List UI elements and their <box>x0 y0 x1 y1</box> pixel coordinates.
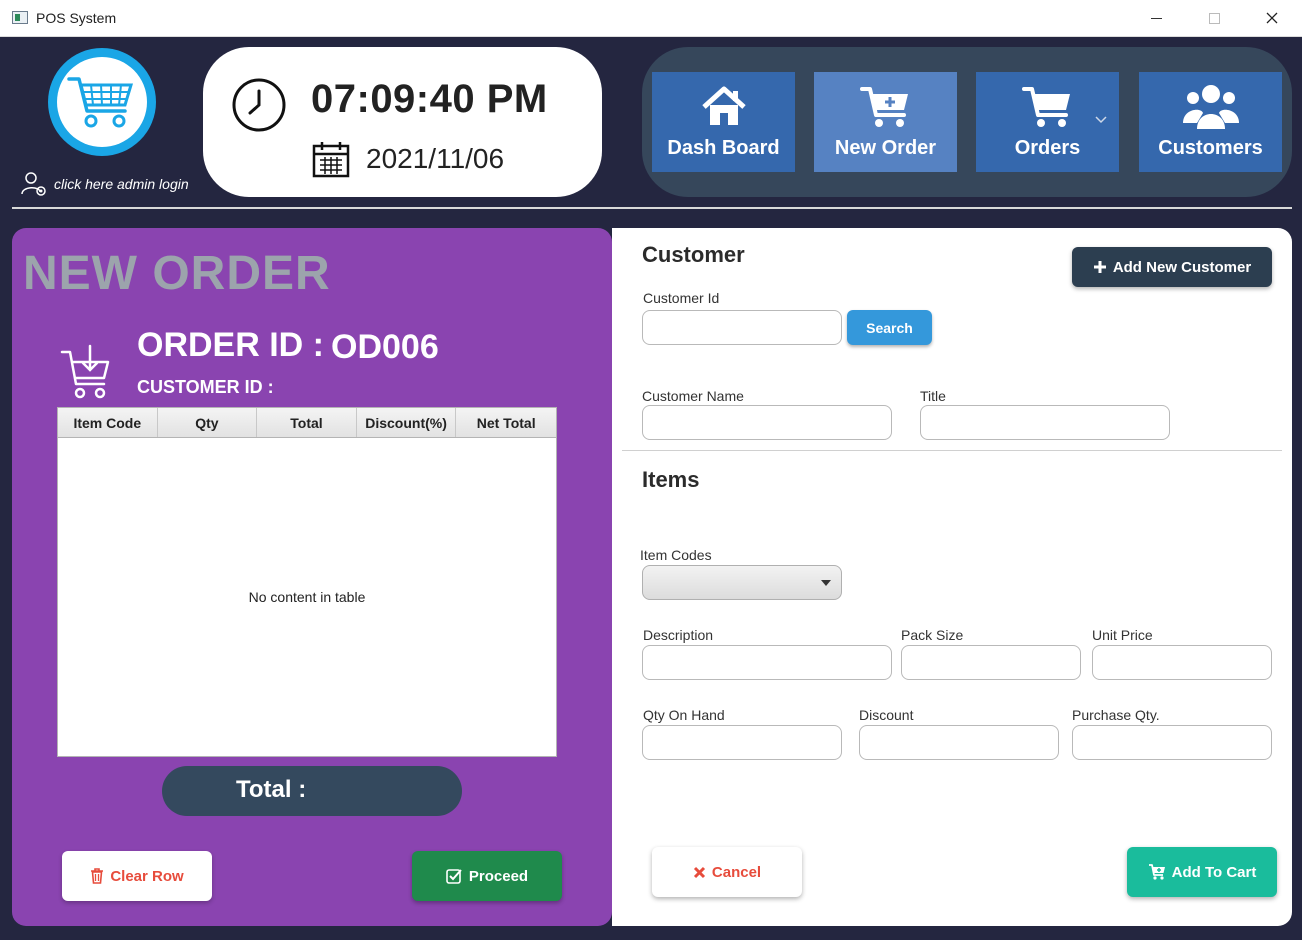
total-label: Total : <box>236 776 307 803</box>
add-new-customer-label: Add New Customer <box>1112 258 1252 276</box>
maximize-button[interactable] <box>1185 0 1243 36</box>
maximize-icon <box>1208 12 1220 24</box>
item-codes-label: Item Codes <box>640 547 712 563</box>
customer-name-label: Customer Name <box>642 388 744 404</box>
proceed-button[interactable]: Proceed <box>412 851 562 901</box>
app-logo <box>48 48 156 156</box>
pack-size-label: Pack Size <box>901 627 964 643</box>
nav-orders-button[interactable]: Orders <box>976 72 1119 172</box>
column-header-net-total[interactable]: Net Total <box>456 408 556 437</box>
clear-row-button[interactable]: Clear Row <box>62 851 212 901</box>
nav-dashboard-label: Dash Board <box>667 137 780 159</box>
admin-settings-icon <box>21 172 46 196</box>
nav-new-order-label: New Order <box>834 137 937 159</box>
window-title: POS System <box>36 10 117 26</box>
current-date: 2021/11/06 <box>366 143 505 174</box>
customer-id-field-label: Customer Id <box>643 290 720 306</box>
items-section-title: Items <box>642 467 700 492</box>
cancel-label: Cancel <box>711 863 762 881</box>
close-button[interactable] <box>1243 0 1301 36</box>
cart-download-icon <box>60 344 110 399</box>
proceed-label: Proceed <box>468 867 529 885</box>
item-codes-select[interactable] <box>642 565 842 600</box>
table-header: Item Code Qty Total Discount(%) Net Tota… <box>58 408 556 438</box>
admin-login-text: click here admin login <box>54 176 189 192</box>
nav-orders-label: Orders <box>1014 137 1081 159</box>
customer-id-input[interactable] <box>642 310 842 345</box>
unit-price-label: Unit Price <box>1092 627 1153 643</box>
minimize-button[interactable] <box>1127 0 1185 36</box>
order-panel: NEW ORDER ORDER ID : OD006 CUSTOMER ID :… <box>12 228 612 926</box>
cart-plus-icon <box>1148 864 1165 880</box>
main-nav: Dash Board New Order Orders Customers <box>642 47 1292 197</box>
purchase-qty-label: Purchase Qty. <box>1072 707 1160 723</box>
table-empty-message: No content in table <box>248 589 366 605</box>
discount-label: Discount <box>859 707 914 723</box>
order-total-display: Total : <box>162 766 462 816</box>
clock-card: 07:09:40 PM 2021/11/06 <box>203 47 602 197</box>
clock-icon <box>232 78 286 132</box>
cancel-button[interactable]: Cancel <box>652 847 802 897</box>
search-button[interactable]: Search <box>847 310 932 345</box>
chevron-down-icon[interactable] <box>1095 116 1107 124</box>
customer-section-title: Customer <box>642 242 745 267</box>
page-title: NEW ORDER <box>23 247 331 300</box>
section-divider <box>622 450 1282 451</box>
users-icon <box>1182 85 1239 129</box>
cart-plus-icon <box>859 87 908 127</box>
customer-id-label: CUSTOMER ID : <box>137 377 274 397</box>
app-icon <box>12 11 28 24</box>
title-input[interactable] <box>920 405 1170 440</box>
close-icon <box>693 866 705 878</box>
nav-dashboard-button[interactable]: Dash Board <box>652 72 795 172</box>
window-titlebar: POS System <box>0 0 1302 37</box>
clear-row-label: Clear Row <box>110 867 184 885</box>
column-header-discount[interactable]: Discount(%) <box>357 408 457 437</box>
column-header-item-code[interactable]: Item Code <box>58 408 158 437</box>
pack-size-input[interactable] <box>901 645 1081 680</box>
trash-icon <box>91 868 104 884</box>
column-header-total[interactable]: Total <box>257 408 357 437</box>
column-header-qty[interactable]: Qty <box>158 408 258 437</box>
nav-customers-button[interactable]: Customers <box>1139 72 1282 172</box>
description-label: Description <box>643 627 714 643</box>
purchase-qty-input[interactable] <box>1072 725 1272 760</box>
current-time: 07:09:40 PM <box>311 77 548 121</box>
close-icon <box>1266 12 1278 24</box>
calendar-icon <box>312 142 350 178</box>
customer-name-input[interactable] <box>642 405 892 440</box>
add-to-cart-label: Add To Cart <box>1171 863 1257 881</box>
home-icon <box>701 86 746 125</box>
order-form-panel: Customer Add New Customer Customer Id Se… <box>612 228 1292 926</box>
header-divider <box>12 207 1292 209</box>
order-id-label: ORDER ID : <box>137 326 324 364</box>
qty-on-hand-label: Qty On Hand <box>643 707 725 723</box>
nav-customers-label: Customers <box>1158 137 1263 159</box>
discount-input[interactable] <box>859 725 1059 760</box>
shopping-cart-logo-icon <box>67 77 134 128</box>
minimize-icon <box>1150 17 1162 19</box>
qty-on-hand-input[interactable] <box>642 725 842 760</box>
title-label: Title <box>920 388 946 404</box>
check-square-icon <box>446 869 462 884</box>
add-to-cart-button[interactable]: Add To Cart <box>1127 847 1277 897</box>
dropdown-arrow-icon <box>821 580 831 586</box>
add-new-customer-button[interactable]: Add New Customer <box>1072 247 1272 287</box>
unit-price-input[interactable] <box>1092 645 1272 680</box>
cart-icon <box>1021 87 1070 127</box>
admin-login-link[interactable]: click here admin login <box>20 170 189 198</box>
order-id-value: OD006 <box>331 328 439 366</box>
plus-icon <box>1093 261 1106 273</box>
nav-new-order-button[interactable]: New Order <box>814 72 957 172</box>
description-input[interactable] <box>642 645 892 680</box>
order-items-table[interactable]: Item Code Qty Total Discount(%) Net Tota… <box>57 407 557 757</box>
